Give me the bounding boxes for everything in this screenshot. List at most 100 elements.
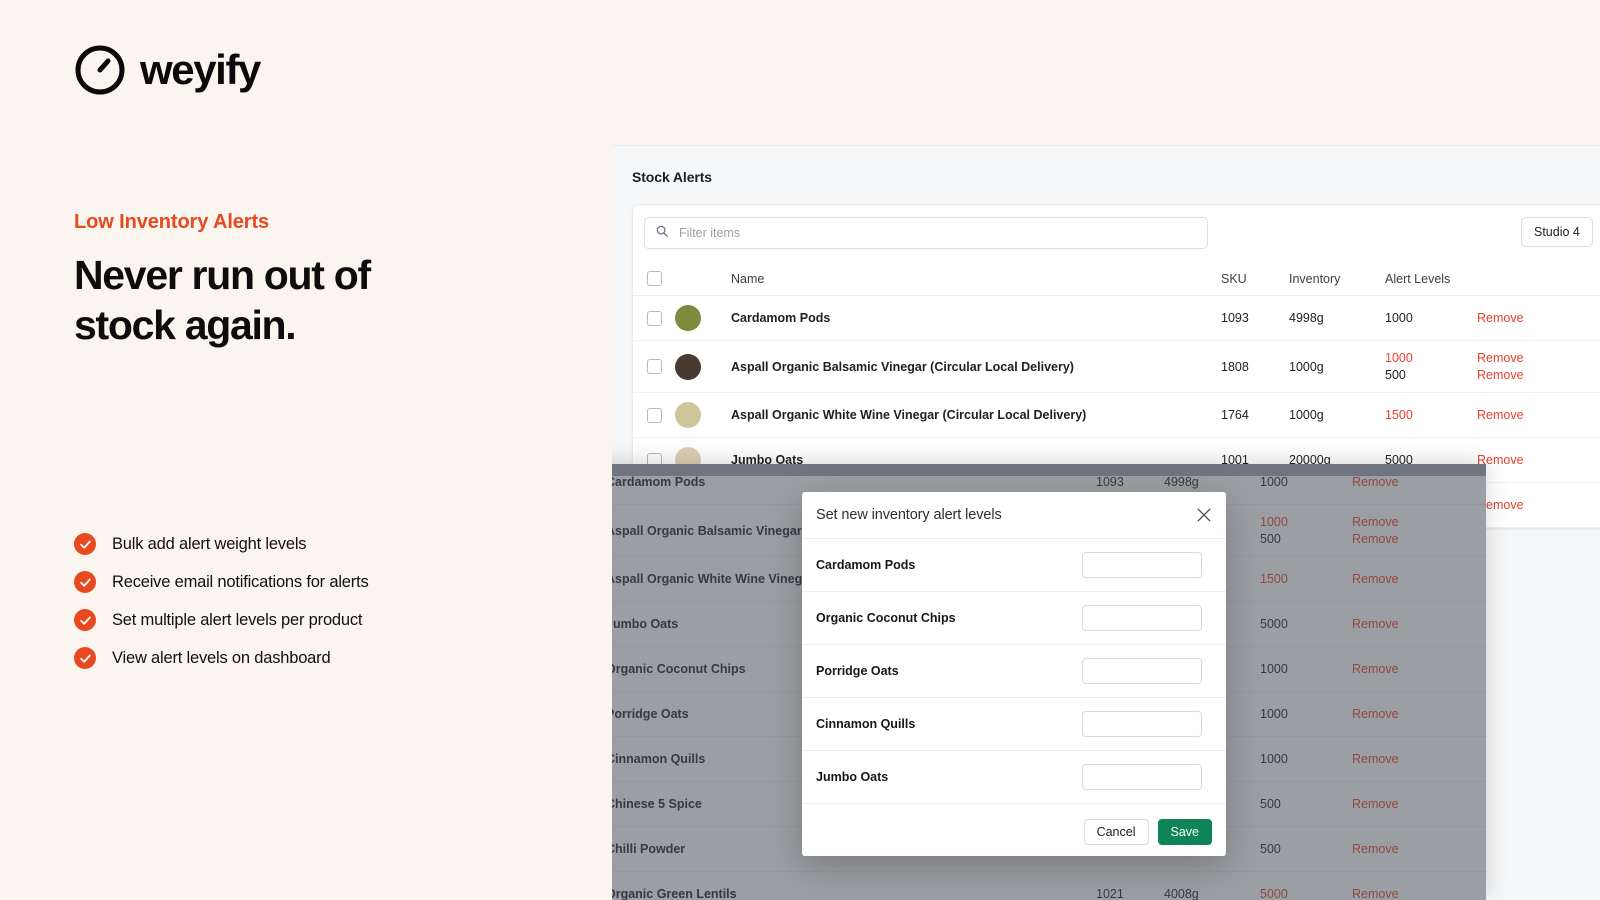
remove-link[interactable]: Remove <box>1352 751 1486 768</box>
modal-body: Cardamom Pods Organic Coconut Chips Porrid… <box>802 539 1226 808</box>
search-icon <box>655 224 669 243</box>
remove-link[interactable]: Remove <box>1352 706 1486 723</box>
remove-link[interactable]: Remove <box>1352 571 1486 588</box>
alert-levels-cell: 1000 <box>1260 646 1352 692</box>
feature-label: Set multiple alert levels per product <box>112 610 363 629</box>
row-select-cell[interactable] <box>633 295 675 341</box>
alert-level-value: 1000 <box>1385 310 1413 325</box>
remove-link[interactable]: Remove <box>1477 310 1600 327</box>
row-checkbox[interactable] <box>647 359 662 374</box>
remove-link[interactable]: Remove <box>1352 841 1486 858</box>
hero-eyebrow: Low Inventory Alerts <box>74 211 270 233</box>
product-name-cell: Aspall Organic White Wine Vinegar (Circu… <box>731 392 1221 438</box>
remove-link[interactable]: Remove <box>1352 514 1486 531</box>
alert-levels-cell: 1000 <box>1260 736 1352 782</box>
table-row[interactable]: Aspall Organic Balsamic Vinegar (Circula… <box>633 340 1600 393</box>
remove-link[interactable]: Remove <box>1352 531 1486 548</box>
remove-link[interactable]: Remove <box>1477 350 1600 367</box>
alert-level-field-row: Cardamom Pods <box>802 539 1226 592</box>
actions-cell: Remove <box>1477 392 1600 438</box>
select-all-checkbox[interactable] <box>647 271 662 286</box>
alert-level-input[interactable] <box>1082 658 1202 684</box>
alert-levels-cell: 5000 <box>1260 601 1352 647</box>
hero-headline: Never run out of stock again. <box>74 252 371 349</box>
column-header-alert-levels: Alert Levels <box>1385 262 1477 296</box>
feature-list: Bulk add alert weight levels Receive emai… <box>74 533 369 669</box>
alert-levels-cell: 1500 <box>1385 392 1477 438</box>
feature-item: Bulk add alert weight levels <box>74 533 369 555</box>
actions-cell: Remove <box>1352 556 1486 602</box>
close-icon[interactable] <box>1194 505 1214 525</box>
remove-link[interactable]: Remove <box>1477 497 1600 514</box>
remove-link[interactable]: Remove <box>1477 407 1600 424</box>
alert-level-field-label: Cinnamon Quills <box>816 717 916 731</box>
alert-level-value: 500 <box>1260 841 1281 856</box>
remove-link[interactable]: Remove <box>1477 367 1600 384</box>
column-header-sku: SKU <box>1221 262 1289 296</box>
alert-level-input[interactable] <box>1082 711 1202 737</box>
column-header-actions <box>1477 262 1600 296</box>
sku-cell: 1021 <box>1096 871 1164 900</box>
actions-cell: Remove <box>1352 826 1486 872</box>
table-row[interactable]: Organic Green Lentils 1021 4008g 5000 Remove <box>514 871 1486 900</box>
row-checkbox[interactable] <box>647 310 662 326</box>
feature-item: Receive email notifications for alerts <box>74 571 369 593</box>
feature-item: View alert levels on dashboard <box>74 647 369 669</box>
select-all-header <box>633 262 675 296</box>
set-alert-levels-modal: Set new inventory alert levels Cardamom … <box>802 492 1226 856</box>
table-row[interactable]: Aspall Organic White Wine Vinegar (Circu… <box>633 392 1600 438</box>
table-header-row: Name SKU Inventory Alert Levels <box>633 262 1600 296</box>
row-select-cell[interactable] <box>633 340 675 393</box>
column-header-name: Name <box>731 262 1221 296</box>
modal-title: Set new inventory alert levels <box>816 507 1002 523</box>
alert-level-input[interactable] <box>1082 552 1202 578</box>
cancel-button[interactable]: Cancel <box>1083 819 1149 845</box>
alert-levels-cell: 1000 500 <box>1385 340 1477 393</box>
actions-cell: Remove <box>1477 482 1600 528</box>
actions-cell: Remove <box>1352 736 1486 782</box>
thumbnail-cell <box>675 295 731 341</box>
actions-cell: Remove <box>1477 437 1600 483</box>
alert-levels-cell: 500 <box>1260 781 1352 827</box>
alert-level-value: 5000 <box>1260 616 1288 631</box>
actions-cell: Remove <box>1352 601 1486 647</box>
product-name-cell: Organic Green Lentils <box>606 871 1096 900</box>
alert-level-field-label: Porridge Oats <box>816 664 899 678</box>
row-select-cell[interactable] <box>633 392 675 438</box>
studio-selector-button[interactable]: Studio 4 <box>1521 217 1593 247</box>
inventory-cell: 1000g <box>1289 392 1385 438</box>
row-checkbox[interactable] <box>647 407 662 423</box>
alert-level-field-row: Cinnamon Quills <box>802 698 1226 751</box>
save-button[interactable]: Save <box>1157 819 1212 845</box>
product-name-cell: Aspall Organic Balsamic Vinegar (Circula… <box>731 340 1221 393</box>
remove-link[interactable]: Remove <box>1352 661 1486 678</box>
alert-level-value: 1000 <box>1260 706 1288 721</box>
modal-footer: Cancel Save <box>802 808 1226 856</box>
remove-link[interactable]: Remove <box>1477 452 1600 469</box>
search-input[interactable] <box>677 225 1197 241</box>
alert-level-input[interactable] <box>1082 764 1202 790</box>
alert-levels-cell: 1000 <box>1385 295 1477 341</box>
remove-link[interactable]: Remove <box>1352 474 1486 491</box>
alert-level-field-row: Organic Coconut Chips <box>802 592 1226 645</box>
search-field[interactable] <box>644 217 1208 249</box>
actions-cell: Remove <box>1352 646 1486 692</box>
card-toolbar: Studio 4 <box>633 205 1600 262</box>
alert-level-input[interactable] <box>1082 605 1202 631</box>
thumbnail-cell <box>675 392 731 438</box>
alert-level-value: 1000 <box>1260 474 1288 489</box>
alert-levels-cell: 1000 <box>1260 691 1352 737</box>
table-row[interactable]: Cardamom Pods 1093 4998g 1000 Remove <box>633 295 1600 341</box>
alert-level-value: 500 <box>1260 796 1281 811</box>
brand-logo: weyify <box>74 44 261 96</box>
product-thumbnail <box>675 305 701 331</box>
alert-level-field-label: Organic Coconut Chips <box>816 611 956 625</box>
sku-cell: 1093 <box>1221 295 1289 341</box>
actions-cell: Remove Remove <box>1477 340 1600 393</box>
page-title: Stock Alerts <box>632 169 712 185</box>
remove-link[interactable]: Remove <box>1352 886 1486 900</box>
remove-link[interactable]: Remove <box>1352 616 1486 633</box>
actions-cell: Remove Remove <box>1352 504 1486 557</box>
remove-link[interactable]: Remove <box>1352 796 1486 813</box>
alert-level-value: 1000 <box>1260 661 1288 676</box>
